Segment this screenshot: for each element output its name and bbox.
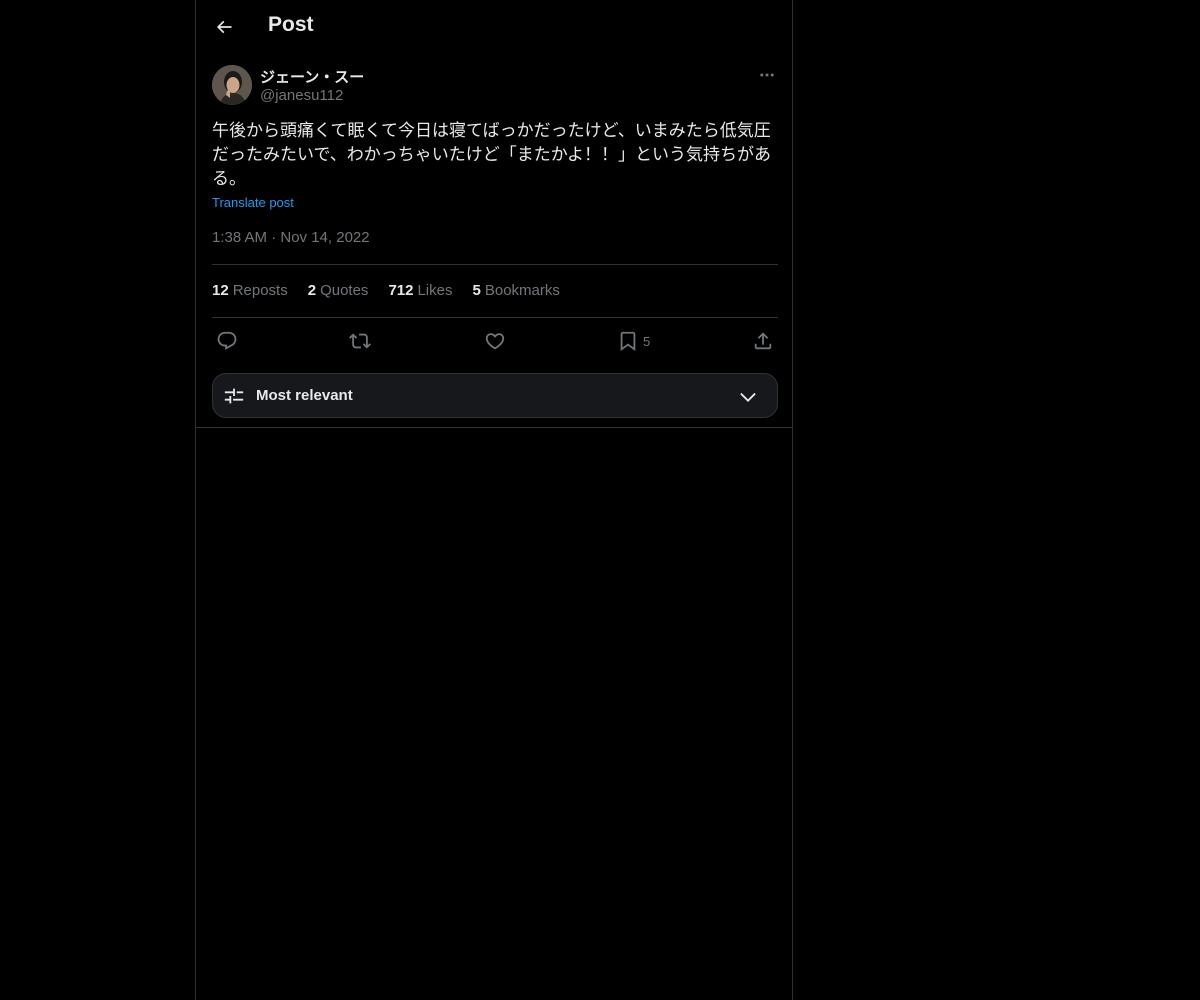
divider <box>212 264 778 265</box>
avatar[interactable] <box>212 65 252 105</box>
page-title: Post <box>268 13 314 36</box>
stat-quotes[interactable]: 2 Quotes <box>308 282 369 299</box>
primary-column: Post ジェーン・スー @janesu112 午後から頭痛くて眠くて今日は寝て… <box>195 0 793 1000</box>
like-button[interactable] <box>484 329 506 353</box>
stat-likes[interactable]: 712 Likes <box>388 282 452 299</box>
divider <box>196 427 792 428</box>
sliders-icon <box>224 388 244 404</box>
avatar-image <box>212 65 252 105</box>
more-horizontal-icon <box>760 73 774 77</box>
arrow-left-icon <box>216 20 232 34</box>
author-handle[interactable]: @janesu112 <box>260 87 343 104</box>
stat-bookmarks[interactable]: 5 Bookmarks <box>473 282 560 299</box>
stat-reposts[interactable]: 12 Reposts <box>212 282 288 299</box>
more-options-button[interactable] <box>756 64 778 86</box>
post-actions: 5 <box>212 329 778 353</box>
post-timestamp[interactable]: 1:38 AM · Nov 14, 2022 <box>212 229 370 246</box>
share-icon <box>754 332 772 350</box>
sort-label: Most relevant <box>256 387 353 404</box>
author-name[interactable]: ジェーン・スー <box>260 66 364 87</box>
bookmark-button[interactable]: 5 <box>617 329 650 353</box>
divider <box>212 317 778 318</box>
back-button[interactable] <box>210 13 238 41</box>
bookmark-count: 5 <box>643 333 651 349</box>
chevron-down-icon <box>740 392 756 402</box>
repost-button[interactable] <box>349 329 371 353</box>
share-button[interactable] <box>752 329 774 353</box>
heart-icon <box>485 333 505 350</box>
translate-post-link[interactable]: Translate post <box>212 195 294 210</box>
page-header: Post <box>196 0 792 54</box>
repost-icon <box>349 333 371 349</box>
engagement-stats: 12 Reposts 2 Quotes 712 Likes 5 Bookmarks <box>212 282 560 299</box>
sort-replies-dropdown[interactable]: Most relevant <box>212 373 778 418</box>
reply-icon <box>217 331 237 350</box>
bookmark-icon <box>620 331 636 352</box>
reply-button[interactable] <box>216 329 238 353</box>
post-text: 午後から頭痛くて眠くて今日は寝てばっかだったけど、いまみたら低気圧だったみたいで… <box>212 121 771 189</box>
